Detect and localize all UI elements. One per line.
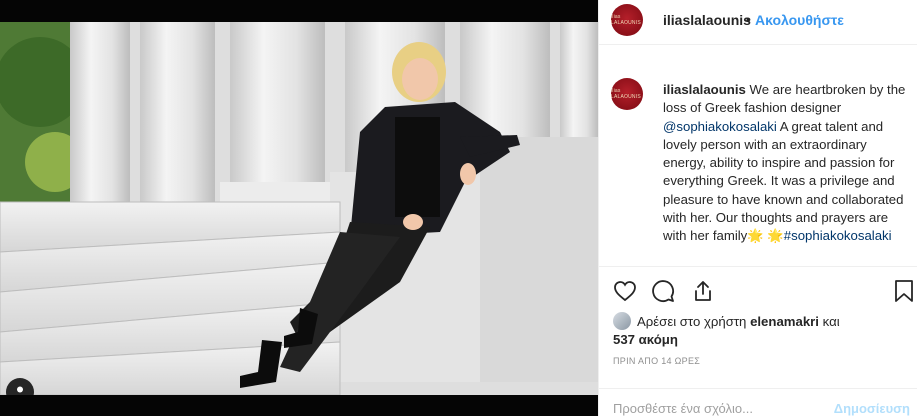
avatar[interactable]: ilias LALAOUNIS	[611, 4, 643, 36]
separator-dot: •	[746, 11, 751, 27]
comment-input[interactable]: Προσθέστε ένα σχόλιο...	[613, 401, 753, 416]
hashtag-link[interactable]: #sophiakokosalaki	[784, 228, 892, 243]
likes-count-link[interactable]: 537 ακόμη	[613, 332, 678, 347]
follow-button[interactable]: Ακολουθήστε	[755, 12, 844, 28]
caption-username-link[interactable]: iliaslalaounis	[663, 82, 746, 97]
post-photo-illustration	[0, 22, 598, 395]
avatar-logo-text: ilias LALAOUNIS	[611, 14, 641, 26]
post-comment-button[interactable]: Δημοσίευση	[834, 401, 910, 416]
post-timestamp[interactable]: ΠΡΙΝ ΑΠΟ 14 ΩΡΕΣ	[613, 356, 700, 366]
action-bar	[599, 266, 917, 317]
comment-bar: Προσθέστε ένα σχόλιο... Δημοσίευση	[599, 388, 917, 417]
photo-top-letterbox	[0, 0, 598, 22]
caption-text: iliaslalaounis We are heartbroken by the…	[663, 81, 908, 246]
likes-prefix: Αρέσει στο χρήστη	[637, 314, 751, 329]
caption-avatar-logo-text: ilias LALAOUNIS	[611, 88, 641, 100]
likes-connector: και	[818, 314, 840, 329]
photo-bottom-letterbox	[0, 395, 598, 416]
post-header: ilias LALAOUNIS iliaslalaounis • Ακολουθ…	[599, 0, 917, 45]
liker-username-link[interactable]: elenamakri	[750, 314, 819, 329]
liker-avatar[interactable]	[613, 312, 631, 330]
caption-avatar[interactable]: ilias LALAOUNIS	[611, 78, 643, 110]
heart-icon[interactable]	[613, 279, 637, 308]
likes-summary: Αρέσει στο χρήστη elenamakri και 537 ακόμ…	[613, 312, 913, 349]
bookmark-icon[interactable]	[893, 279, 915, 308]
mention-link[interactable]: @sophiakokosalaki	[663, 119, 777, 134]
header-username-link[interactable]: iliaslalaounis	[663, 12, 751, 28]
star-emoji: 🌟 🌟	[747, 228, 784, 244]
caption-body-2: A great talent and lovely person with an…	[663, 118, 904, 244]
share-icon[interactable]	[691, 279, 715, 308]
post-side-panel: ilias LALAOUNIS iliaslalaounis • Ακολουθ…	[598, 0, 917, 416]
post-photo[interactable]	[0, 22, 598, 395]
comment-icon[interactable]	[651, 279, 675, 308]
